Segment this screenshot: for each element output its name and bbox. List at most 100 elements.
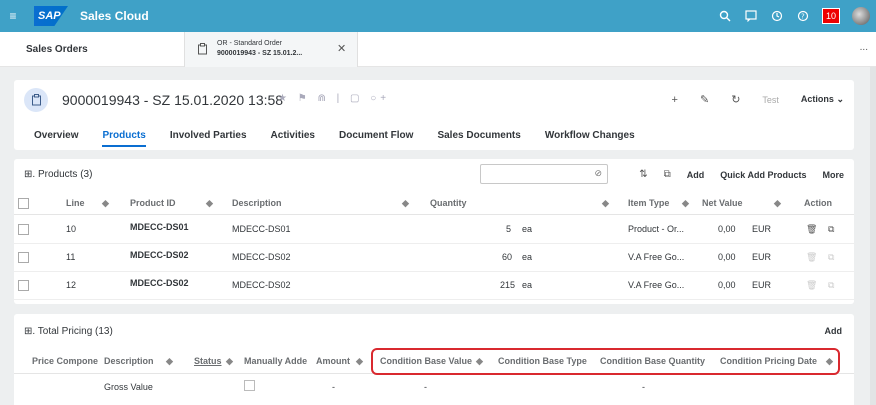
delete-icon[interactable]: 🗑 (806, 224, 817, 235)
actions-label: Actions (800, 94, 834, 104)
tab-doc-number: 9000019943 - SZ 15.01.2... (217, 50, 303, 57)
actions-menu[interactable]: Actions ⌄ (801, 94, 844, 105)
table-row[interactable]: 12 MDECC-DS02 MDECC-DS02 215 ea V.A Free… (14, 272, 854, 300)
menu-icon[interactable]: ≡ (2, 9, 24, 23)
overflow-icon[interactable]: ... (860, 42, 868, 53)
col-net-value[interactable]: Net Value (702, 198, 743, 208)
copy-icon[interactable]: ⧉ (664, 169, 671, 180)
select-all-checkbox[interactable] (18, 198, 29, 209)
table-row[interactable]: 10 MDECC-DS01 MDECC-DS01 5 ea Product - … (14, 216, 854, 244)
sap-logo[interactable]: SAP (34, 6, 68, 26)
line-number: 10 (66, 224, 77, 234)
tab-doc-type: OR - Standard Order (217, 40, 282, 47)
item-type: V.A Free Go... (628, 280, 685, 290)
products-section: ⊞. Products (3) ⊘ ⇅ ⧉ Add Quick Add Prod… (14, 159, 854, 304)
tab-products[interactable]: Products (102, 130, 146, 147)
condition-base-quantity: - (642, 382, 645, 392)
col-status[interactable]: Status (194, 356, 222, 366)
tab-standard-order[interactable]: OR - Standard Order 9000019943 - SZ 15.0… (184, 32, 358, 67)
page-scrollbar[interactable] (870, 67, 876, 405)
net-value: 0,00 (718, 252, 736, 262)
row-checkbox[interactable] (18, 224, 29, 235)
edit-icon[interactable]: ✎ (700, 93, 709, 106)
tab-document-flow[interactable]: Document Flow (339, 130, 413, 147)
sort-icon[interactable]: ◆ (356, 356, 363, 367)
section-tabs: Overview Products Involved Parties Activ… (34, 130, 659, 147)
search-input[interactable]: ⊘ (480, 164, 608, 184)
col-description[interactable]: Description (104, 356, 154, 366)
col-line[interactable]: Line (66, 198, 85, 208)
table-header: Line ◆ Product ID ◆ Description ◆ Quanti… (14, 193, 854, 215)
col-manually-added[interactable]: Manually Adde (244, 356, 307, 366)
highlight-annotation (371, 348, 840, 375)
currency: EUR (752, 280, 772, 290)
sort-icon[interactable]: ◆ (166, 356, 173, 367)
table-icon: ⊞ (24, 169, 33, 180)
currency: EUR (752, 224, 772, 234)
sort-icon[interactable]: ◆ (602, 198, 609, 209)
refresh-icon[interactable]: ↻ (731, 93, 740, 106)
tab-activities[interactable]: Activities (271, 130, 315, 147)
shell-bar: ≡ SAP Sales Cloud ? 10 (0, 0, 876, 32)
col-price-component[interactable]: Price Compone (32, 356, 98, 366)
history-icon[interactable] (770, 9, 784, 23)
search-icon[interactable] (718, 9, 732, 23)
col-quantity[interactable]: Quantity (430, 198, 467, 208)
description: MDECC-DS02 (232, 252, 291, 262)
table-row[interactable]: Gross Value - - - (14, 376, 854, 398)
sort-icon[interactable]: ◆ (206, 198, 213, 209)
section-title: ⊞. Total Pricing (13) (24, 326, 113, 337)
col-item-type[interactable]: Item Type (628, 198, 669, 208)
product-id[interactable]: MDECC-DS01 (130, 222, 189, 232)
help-icon[interactable]: ? (796, 9, 810, 23)
col-product-id[interactable]: Product ID (130, 198, 176, 208)
delete-icon: 🗑 (806, 280, 818, 290)
item-type: V.A Free Go... (628, 252, 685, 262)
unit: ea (522, 280, 533, 290)
search-icon[interactable]: ⊘ (594, 168, 602, 179)
tab-sales-documents[interactable]: Sales Documents (437, 130, 520, 147)
notifications-icon[interactable]: 10 (821, 8, 840, 24)
tab-sales-orders[interactable]: Sales Orders (26, 44, 88, 55)
quantity: 60 (502, 252, 513, 262)
add-button[interactable]: Add (687, 170, 705, 180)
sort-icon[interactable]: ◆ (226, 356, 233, 367)
row-checkbox[interactable] (18, 280, 29, 291)
net-value: 0,00 (718, 280, 736, 290)
page-title: 9000019943 - SZ 15.01.2020 13:58 (62, 92, 284, 108)
tab-involved-parties[interactable]: Involved Parties (170, 130, 247, 147)
sort-icon[interactable]: ⇅ (639, 169, 647, 180)
add-button[interactable]: Add (825, 326, 843, 336)
header-actions: + ✎ ↻ Test Actions ⌄ (672, 93, 844, 107)
sort-icon[interactable]: ◆ (682, 198, 689, 209)
document-icon (197, 43, 208, 58)
sort-icon[interactable]: ◆ (402, 198, 409, 209)
description: MDECC-DS02 (232, 280, 291, 290)
quick-add-button[interactable]: Quick Add Products (720, 170, 806, 180)
avatar[interactable] (852, 7, 870, 25)
close-icon[interactable]: ✕ (337, 42, 346, 55)
condition-base-value: - (424, 382, 427, 392)
table-row[interactable]: 11 MDECC-DS02 MDECC-DS02 60 ea V.A Free … (14, 244, 854, 272)
currency: EUR (752, 252, 772, 262)
tab-workflow-changes[interactable]: Workflow Changes (545, 130, 635, 147)
add-icon[interactable]: + (672, 94, 678, 106)
logo-text: SAP (38, 10, 61, 22)
sort-icon[interactable]: ◆ (774, 198, 781, 209)
copy-icon[interactable]: ⧉ (828, 224, 834, 235)
test-button[interactable]: Test (762, 95, 779, 105)
product-id[interactable]: MDECC-DS02 (130, 278, 189, 288)
document-icon (24, 88, 48, 112)
header-marker-icons[interactable]: ★ ⚑ ⋒ | ▢ ○+ (278, 93, 390, 104)
col-amount[interactable]: Amount (316, 356, 350, 366)
manually-added-checkbox (244, 380, 255, 391)
tab-overview[interactable]: Overview (34, 130, 78, 147)
feedback-icon[interactable] (744, 9, 758, 23)
sort-icon[interactable]: ◆ (102, 198, 109, 209)
product-id[interactable]: MDECC-DS02 (130, 250, 189, 260)
products-title: Products (37, 169, 78, 180)
row-checkbox[interactable] (18, 252, 29, 263)
more-button[interactable]: More (822, 170, 844, 180)
col-description[interactable]: Description (232, 198, 282, 208)
col-action: Action (804, 198, 832, 208)
